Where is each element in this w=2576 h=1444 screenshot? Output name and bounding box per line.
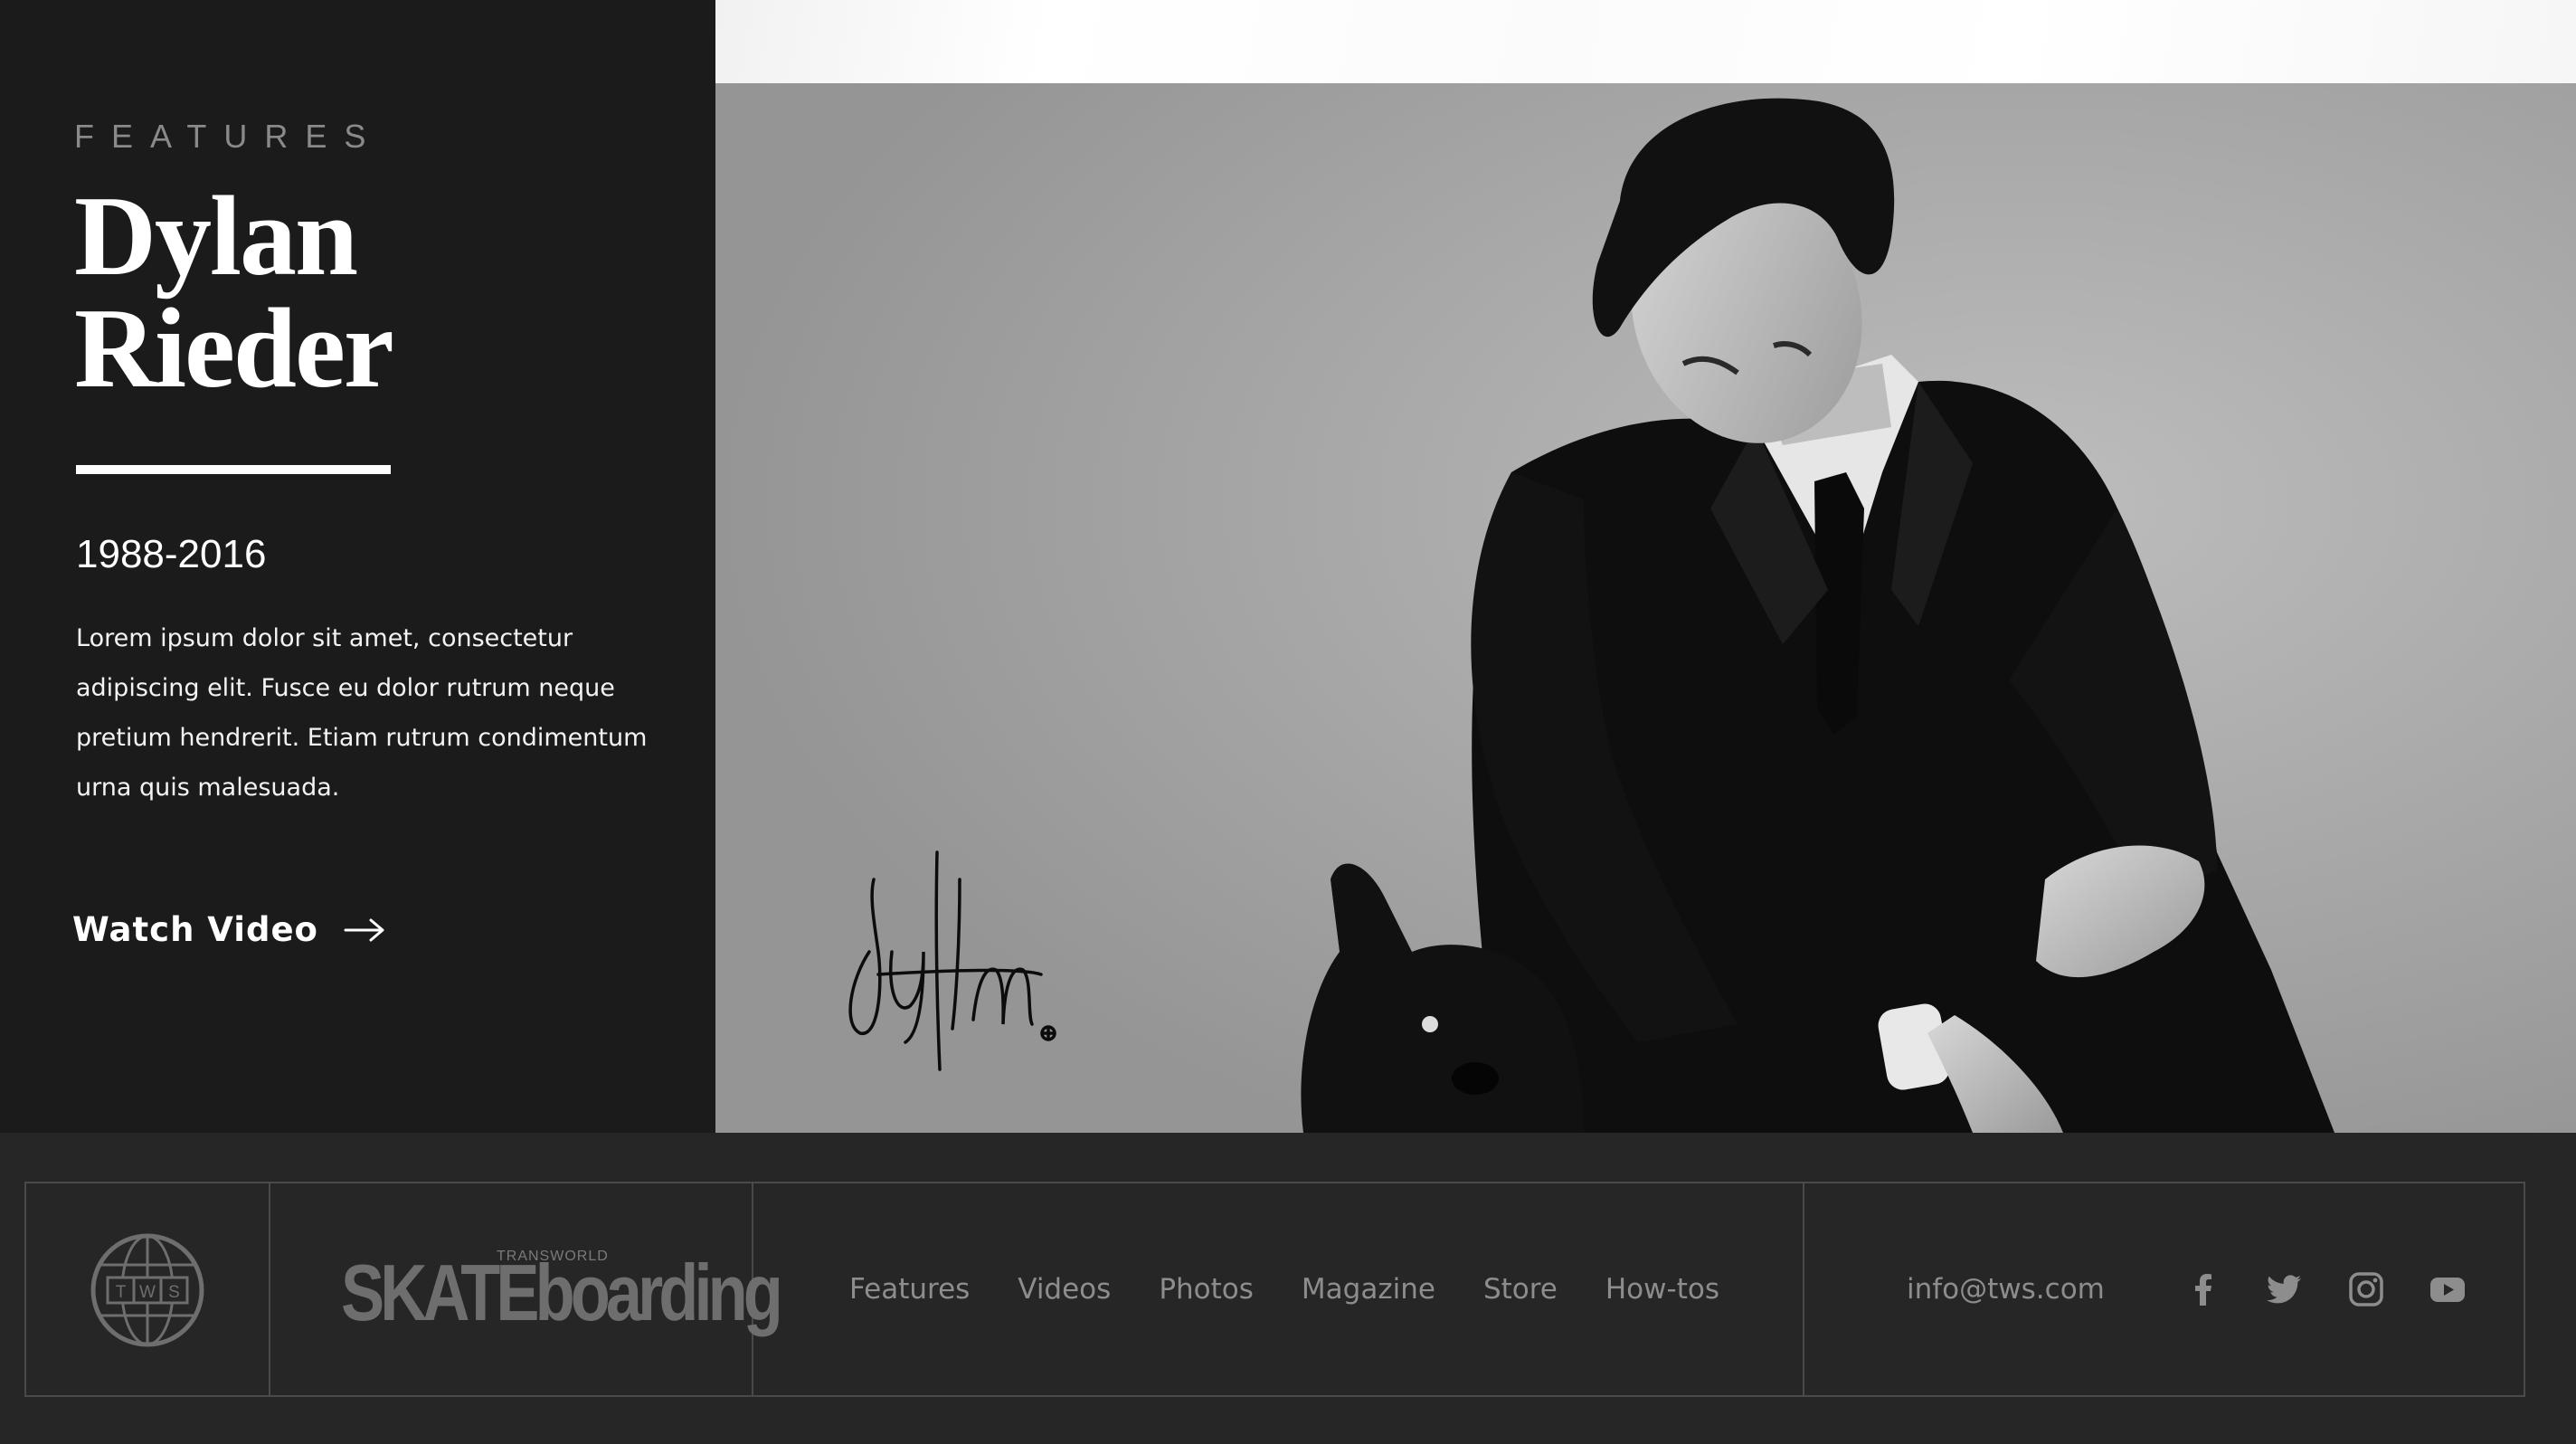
section-eyebrow: FEATURES [74, 118, 384, 155]
logo-letter-s: S [168, 1283, 180, 1302]
feature-panel: FEATURES Dylan Rieder 1988-2016 Lorem ip… [0, 0, 715, 1133]
facebook-icon[interactable] [2184, 1270, 2222, 1308]
feature-title-line1: Dylan [74, 174, 358, 299]
youtube-icon[interactable] [2429, 1270, 2467, 1308]
footer-brand-cell: TRANSWORLD SKATEboarding [270, 1183, 783, 1395]
nav-link-how-tos[interactable]: How-tos [1605, 1273, 1719, 1306]
feature-years: 1988-2016 [76, 532, 267, 576]
nav-link-store[interactable]: Store [1483, 1273, 1558, 1306]
arrow-right-icon [344, 918, 384, 941]
nav-link-magazine[interactable]: Magazine [1302, 1273, 1435, 1306]
nav-link-photos[interactable]: Photos [1159, 1273, 1254, 1306]
logo-letter-t: T [116, 1283, 127, 1302]
twitter-icon[interactable] [2266, 1270, 2304, 1308]
brand-main-text: SKATEboarding [341, 1248, 783, 1337]
logo-letter-w: W [139, 1283, 156, 1302]
nav-link-videos[interactable]: Videos [1018, 1273, 1111, 1306]
social-links [2184, 1183, 2467, 1395]
site-footer: T W S TRANSWORLD SKATEboarding Features … [0, 1133, 2576, 1444]
footer-contact-cell: info@tws.com [1804, 1183, 2525, 1395]
footer-nav: Features Videos Photos Magazine Store Ho… [849, 1183, 1719, 1395]
footer-bar: T W S TRANSWORLD SKATEboarding Features … [24, 1182, 2525, 1397]
top-image-strip [715, 0, 2576, 83]
feature-description: Lorem ipsum dolor sit amet, consectetur … [76, 624, 648, 802]
hero-photo [715, 83, 2576, 1133]
tws-globe-logo[interactable]: T W S [90, 1232, 205, 1348]
nav-link-features[interactable]: Features [849, 1273, 970, 1306]
watch-video-label: Watch Video [72, 910, 318, 949]
instagram-icon[interactable] [2347, 1270, 2385, 1308]
footer-nav-cell: Features Videos Photos Magazine Store Ho… [753, 1183, 1804, 1395]
hero-illustration [715, 83, 2576, 1133]
feature-title-line2: Rieder [74, 286, 394, 412]
contact-email[interactable]: info@tws.com [1907, 1183, 2105, 1395]
title-divider [76, 465, 391, 474]
feature-title: Dylan Rieder [74, 174, 617, 412]
footer-logo-cell: T W S [26, 1183, 270, 1395]
watch-video-link[interactable]: Watch Video [72, 910, 385, 949]
